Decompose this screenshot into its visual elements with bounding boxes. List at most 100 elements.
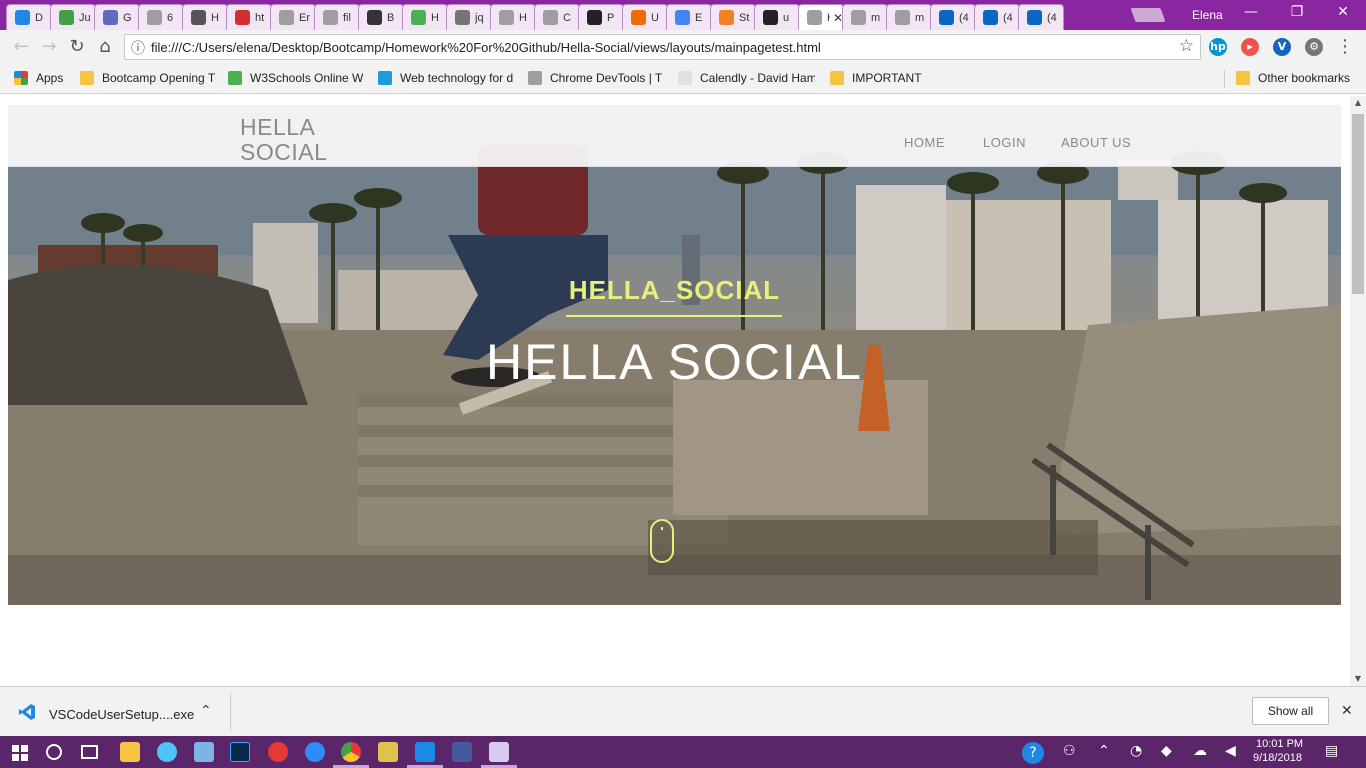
globe-icon <box>103 10 118 25</box>
show-all-button[interactable]: Show all <box>1252 697 1329 725</box>
help-icon[interactable]: ? <box>1022 742 1044 764</box>
task-view-icon[interactable] <box>81 745 98 759</box>
address-bar[interactable]: ⓘ file:///C:/Users/elena/Desktop/Bootcam… <box>124 34 1201 60</box>
back-button[interactable]: ← <box>10 36 32 58</box>
browser-tab[interactable]: B <box>358 4 404 30</box>
browser-tab[interactable]: H <box>490 4 536 30</box>
minimize-button[interactable]: — <box>1236 4 1266 24</box>
settings-extension-icon[interactable]: ⚙ <box>1305 38 1323 56</box>
file-explorer-icon[interactable] <box>120 742 140 762</box>
browser-tab[interactable]: (4 <box>974 4 1020 30</box>
bookmark-item[interactable]: Web technology for d <box>378 71 513 85</box>
restore-button[interactable]: ❐ <box>1282 4 1312 24</box>
chrome-icon[interactable] <box>341 742 361 762</box>
forward-button[interactable]: → <box>38 36 60 58</box>
browser-tab[interactable]: m <box>842 4 888 30</box>
folder-icon <box>830 71 844 85</box>
bookmark-other[interactable]: Other bookmarks <box>1236 71 1350 85</box>
bookmark-item[interactable]: IMPORTANT <box>830 71 922 85</box>
browser-tab[interactable]: 6 <box>138 4 184 30</box>
arrow-extension-icon[interactable]: ▸ <box>1241 38 1259 56</box>
bookmark-item[interactable]: Bootcamp Opening T <box>80 71 215 85</box>
download-file-name[interactable]: VSCodeUserSetup....exe <box>49 707 194 722</box>
url-text[interactable]: file:///C:/Users/elena/Desktop/Bootcamp/… <box>151 40 821 55</box>
page-icon <box>499 10 514 25</box>
app-icon[interactable] <box>378 742 398 762</box>
clock-time[interactable]: 10:01 PM <box>1256 738 1303 750</box>
tab-title: Er <box>299 11 310 24</box>
browser-tab[interactable]: (4 <box>1018 4 1064 30</box>
site-logo[interactable]: HELLA SOCIAL <box>240 115 360 165</box>
scroll-down-icon[interactable]: ▼ <box>1350 672 1366 686</box>
browser-tab[interactable]: jq <box>446 4 492 30</box>
nav-about-us[interactable]: ABOUT US <box>1061 135 1131 150</box>
volume-icon[interactable]: ◀ <box>1225 743 1236 759</box>
browser-tab[interactable]: H <box>182 4 228 30</box>
browser-tab[interactable]: C <box>534 4 580 30</box>
browser-tab[interactable]: U <box>622 4 668 30</box>
browser-tab[interactable]: D <box>6 4 52 30</box>
browser-tab[interactable]: u <box>754 4 800 30</box>
browser-tab[interactable]: Er <box>270 4 316 30</box>
clock-date[interactable]: 9/18/2018 <box>1253 752 1302 764</box>
nav-login[interactable]: LOGIN <box>983 135 1026 150</box>
scroll-thumb[interactable] <box>1352 114 1364 294</box>
chevron-up-tray-icon[interactable]: ⌃ <box>1098 743 1110 759</box>
profile-name[interactable]: Elena <box>1192 8 1223 22</box>
wifi-icon[interactable]: ◔ <box>1130 743 1142 759</box>
browser-tab[interactable]: Ju <box>50 4 96 30</box>
onedrive-icon[interactable]: ☁ <box>1193 743 1207 759</box>
codepen-icon <box>367 10 382 25</box>
notifications-icon[interactable]: ▤ <box>1325 743 1338 759</box>
menu-button[interactable]: ⋮ <box>1334 36 1356 58</box>
photoshop-icon[interactable] <box>230 742 250 762</box>
page-scrollbar[interactable]: ▲ ▼ <box>1350 96 1366 686</box>
browser-tab[interactable]: ht <box>226 4 272 30</box>
reload-button[interactable]: ↻ <box>66 36 88 58</box>
browser-tab[interactable]: fil <box>314 4 360 30</box>
browser-tab[interactable]: E <box>666 4 712 30</box>
info-icon[interactable]: ⓘ <box>131 38 145 58</box>
tabs-container: D Ju G 6 Hht Er fil B Hjq H C P U E St u H✕ m m (4 (4 (4 <box>6 4 1064 30</box>
browser-tab[interactable]: G <box>94 4 140 30</box>
bookmark-item[interactable]: Chrome DevTools | T <box>528 71 662 85</box>
tab-active[interactable]: H✕ <box>798 4 844 30</box>
notepad-icon[interactable] <box>489 742 509 762</box>
hp-icon[interactable]: hp <box>1209 38 1227 56</box>
tab-title: (4 <box>1003 11 1013 24</box>
tab-title: C <box>563 11 571 24</box>
dropbox-icon[interactable] <box>194 742 214 762</box>
browser-tab[interactable]: m <box>886 4 932 30</box>
nav-home[interactable]: HOME <box>904 135 945 150</box>
app-icon-2[interactable] <box>452 742 472 762</box>
creative-cloud-icon[interactable] <box>268 742 288 762</box>
edge-icon[interactable] <box>157 742 177 762</box>
windows-start-icon[interactable] <box>12 745 28 761</box>
chevron-up-icon[interactable]: ⌃ <box>200 703 212 719</box>
mouse-wheel <box>661 527 663 530</box>
vscode-taskbar-icon[interactable] <box>415 742 435 762</box>
bookmark-item[interactable]: W3Schools Online W <box>228 71 363 85</box>
browser-tab[interactable]: H <box>402 4 448 30</box>
browser-tab[interactable]: St <box>710 4 756 30</box>
search-icon[interactable] <box>46 744 62 760</box>
people-icon[interactable]: ⚇ <box>1063 743 1076 759</box>
window-close-button[interactable]: ✕ <box>1328 4 1358 24</box>
browser-tab[interactable]: P <box>578 4 624 30</box>
github-icon <box>763 10 778 25</box>
new-tab-button[interactable] <box>1130 8 1166 22</box>
bookmark-item[interactable]: Calendly - David Ham <box>678 71 815 85</box>
bookmark-label: Bootcamp Opening T <box>102 71 216 85</box>
scroll-mouse-icon[interactable] <box>650 519 674 563</box>
bookmark-apps[interactable]: Apps <box>14 71 63 85</box>
zoom-icon[interactable] <box>305 742 325 762</box>
browser-tab[interactable]: (4 <box>930 4 976 30</box>
dropbox-tray-icon[interactable]: ◆ <box>1161 743 1172 759</box>
v-extension-icon[interactable]: V <box>1273 38 1291 56</box>
page-viewport: HELLA SOCIAL HOME LOGIN ABOUT US HELLA_S… <box>0 96 1350 686</box>
close-downloads-icon[interactable]: ✕ <box>1341 703 1353 719</box>
home-button[interactable]: ⌂ <box>94 36 116 58</box>
scroll-up-icon[interactable]: ▲ <box>1350 96 1366 110</box>
jupyter-icon <box>59 10 74 25</box>
bookmark-star-icon[interactable]: ☆ <box>1179 36 1194 56</box>
